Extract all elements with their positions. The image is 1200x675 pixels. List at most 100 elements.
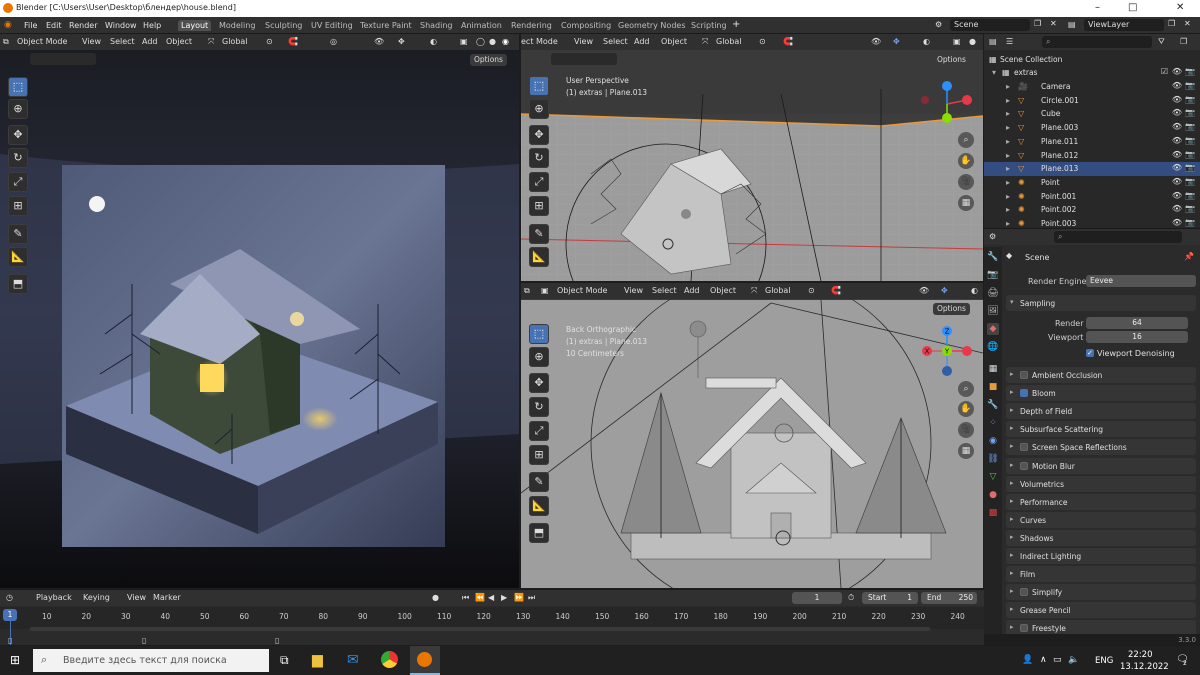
camera-view-icon[interactable]: 🎥 — [958, 422, 974, 438]
outliner-item[interactable]: ▸ ▽ Plane.003 👁 📷 — [984, 121, 1200, 135]
expand-arrow-icon[interactable]: ▸ — [1006, 151, 1010, 160]
visibility-eye-icon[interactable]: 👁 — [1172, 67, 1182, 76]
visibility-eye-icon[interactable]: 👁 — [1172, 177, 1182, 186]
tool-cursor[interactable]: ⊕ — [529, 99, 549, 119]
view-menu[interactable]: View — [82, 37, 101, 46]
perspective-toggle-icon[interactable]: ▦ — [958, 443, 974, 459]
tool-annotate[interactable]: ✎ — [529, 472, 549, 492]
preview-range-icon[interactable]: ⏱ — [848, 593, 854, 603]
select-menu[interactable]: Select — [603, 37, 628, 46]
workspace-tab-animation[interactable]: Animation — [458, 20, 505, 31]
snap-icon[interactable]: 🧲 — [783, 37, 793, 46]
tool-scale[interactable]: ⤢ — [8, 172, 28, 192]
language-indicator[interactable]: ENG — [1095, 656, 1113, 666]
jump-start-icon[interactable]: ⏮ — [462, 593, 469, 603]
tool-annotate[interactable]: ✎ — [529, 224, 549, 244]
visibility-eye-icon[interactable]: 👁 — [1172, 122, 1182, 131]
gizmo-toggle-icon[interactable]: ✥ — [941, 286, 948, 295]
tool-move[interactable]: ✥ — [529, 373, 549, 393]
next-keyframe-icon[interactable]: ⏩ — [514, 593, 524, 602]
workspace-tab-geometry-nodes[interactable]: Geometry Nodes — [615, 20, 688, 31]
pivot-point-icon[interactable]: ⊙ — [808, 286, 815, 295]
new-viewlayer-icon[interactable]: ❐ — [1168, 19, 1175, 28]
outliner-item[interactable]: ▸ ▽ Circle.001 👁 📷 — [984, 94, 1200, 108]
navigation-gizmo[interactable] — [917, 78, 977, 134]
expand-arrow-icon[interactable]: ▸ — [1006, 219, 1010, 228]
outliner-item[interactable]: ▸ 🎥 Camera 👁 📷 — [984, 80, 1200, 94]
tool-move[interactable]: ✥ — [529, 125, 549, 145]
outliner-root[interactable]: ▦ Scene Collection — [984, 53, 1200, 67]
viewport-denoising-checkbox[interactable]: ✓ — [1086, 349, 1094, 357]
expand-arrow-icon[interactable]: ▸ — [1006, 205, 1010, 214]
volume-icon[interactable]: 🔈 — [1068, 655, 1079, 665]
outliner-item[interactable]: ▸ ▽ Plane.011 👁 📷 — [984, 135, 1200, 149]
panel-subsurface-scattering[interactable]: ▸ Subsurface Scattering — [1006, 421, 1196, 438]
panel-bloom[interactable]: ▸ Bloom — [1006, 385, 1196, 402]
timeline-scrollbar[interactable] — [30, 627, 930, 631]
timeline-editor-icon[interactable]: ◷ — [6, 593, 13, 602]
visibility-eye-icon[interactable]: 👁 — [1172, 204, 1182, 213]
playback-menu[interactable]: Playback — [36, 593, 72, 602]
tool-add-cube[interactable]: ⬒ — [529, 523, 549, 543]
maximize-button[interactable]: □ — [1128, 2, 1137, 13]
panel-indirect-lighting[interactable]: ▸ Indirect Lighting — [1006, 548, 1196, 564]
outliner-collection[interactable]: ▾ ▦ extras ☑ 👁 📷 — [984, 66, 1200, 80]
panel-ambient-occlusion[interactable]: ▸ Ambient Occlusion — [1006, 367, 1196, 383]
transform-orientation-icon[interactable]: ⤧ — [208, 37, 214, 47]
sampling-viewport-field[interactable]: 16 — [1086, 331, 1188, 343]
navigation-gizmo[interactable]: Z X Y — [917, 323, 977, 383]
add-workspace-icon[interactable]: + — [732, 19, 740, 30]
tool-cursor[interactable]: ⊕ — [8, 99, 28, 119]
marker-menu[interactable]: Marker — [153, 593, 181, 602]
tool-select-box[interactable]: ⬚ — [529, 76, 549, 96]
render-camera-icon[interactable]: 📷 — [1185, 136, 1195, 145]
mode-selector[interactable]: Object Mode — [557, 286, 607, 295]
viewport-rendered[interactable]: ⧉ Object Mode View Select Add Object ⤧ G… — [0, 34, 519, 588]
workspace-tab-shading[interactable]: Shading — [417, 20, 456, 31]
menu-window[interactable]: Window — [105, 21, 137, 30]
end-frame-field[interactable]: End 250 — [921, 592, 977, 604]
render-camera-icon[interactable]: 📷 — [1185, 108, 1195, 117]
tool-transform[interactable]: ⊞ — [8, 196, 28, 216]
tool-rotate[interactable]: ↻ — [529, 148, 549, 168]
render-engine-select[interactable]: Eevee — [1086, 275, 1196, 287]
visibility-icon[interactable]: 👁 — [919, 286, 929, 295]
panel-enable-checkbox[interactable] — [1020, 588, 1028, 597]
panel-sampling[interactable]: ▾ Sampling — [1006, 295, 1196, 311]
snap-icon[interactable]: 🧲 — [288, 37, 298, 46]
overlay-toggle-icon[interactable]: ◐ — [430, 37, 437, 46]
mode-selector[interactable]: Object Mode — [17, 37, 67, 46]
view-menu[interactable]: View — [624, 286, 643, 295]
tool-scale[interactable]: ⤢ — [529, 172, 549, 192]
overlay-toggle-icon[interactable]: ◐ — [923, 37, 930, 46]
overlay-toggle-icon[interactable]: ◐ — [971, 286, 978, 295]
playhead[interactable]: 1 — [3, 609, 17, 621]
close-button[interactable]: ✕ — [1176, 2, 1184, 13]
outliner-editor-icon[interactable]: ▤ — [989, 37, 997, 46]
menu-edit[interactable]: Edit — [46, 21, 62, 30]
tool-measure[interactable]: 📐 — [8, 247, 28, 267]
gizmo-toggle-icon[interactable]: ✥ — [893, 37, 900, 46]
visibility-eye-icon[interactable]: 👁 — [1172, 108, 1182, 117]
perspective-toggle-icon[interactable]: ▦ — [958, 195, 974, 211]
tool-tab-icon[interactable]: 🔧 — [987, 251, 999, 263]
visibility-eye-icon[interactable]: 👁 — [1172, 136, 1182, 145]
pan-view-icon[interactable]: ✋ — [958, 401, 974, 417]
options-button[interactable]: Options — [470, 54, 507, 66]
panel-enable-checkbox[interactable] — [1020, 371, 1028, 379]
outliner-item[interactable]: ▸ ✺ Point 👁 📷 — [984, 176, 1200, 190]
add-menu[interactable]: Add — [142, 37, 158, 46]
panel-enable-checkbox[interactable] — [1020, 389, 1028, 398]
workspace-tab-rendering[interactable]: Rendering — [508, 20, 555, 31]
panel-motion-blur[interactable]: ▸ Motion Blur — [1006, 457, 1196, 474]
shading-wireframe-icon[interactable]: ◯ — [476, 37, 485, 46]
panel-curves[interactable]: ▸ Curves — [1006, 511, 1196, 528]
chrome-browser-icon[interactable] — [381, 651, 398, 668]
tray-overflow-icon[interactable]: ∧ — [1040, 655, 1047, 665]
render-camera-icon[interactable]: 📷 — [1185, 95, 1195, 104]
tool-annotate[interactable]: ✎ — [8, 224, 28, 244]
workspace-tab-layout[interactable]: Layout — [178, 20, 212, 31]
transform-orientation[interactable]: Global — [222, 37, 248, 46]
tool-transform[interactable]: ⊞ — [529, 445, 549, 465]
object-menu[interactable]: Object — [710, 286, 736, 295]
